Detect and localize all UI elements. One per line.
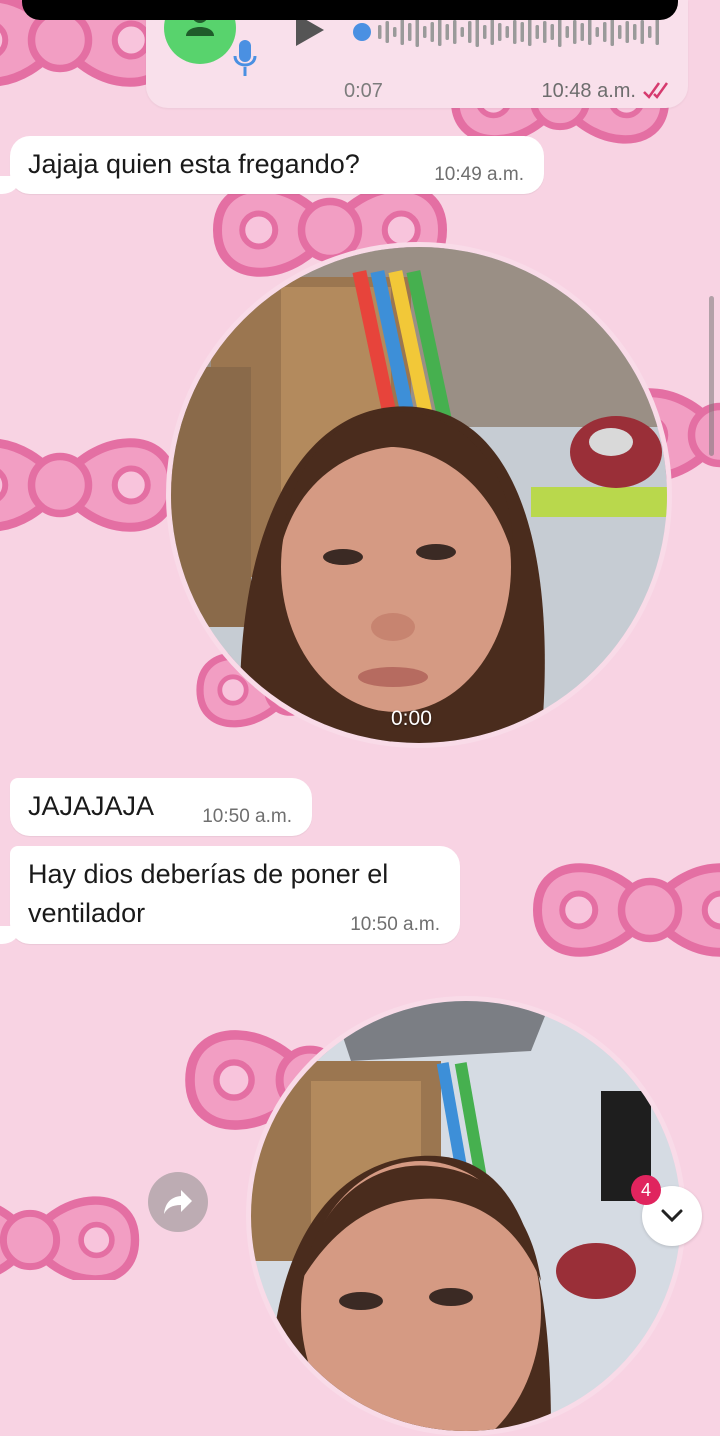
message-time: 10:50 a.m. (202, 806, 292, 827)
message-text-line: ventilador (28, 898, 146, 928)
forward-arrow-icon (164, 1190, 192, 1214)
message-time: 10:49 a.m. (434, 164, 524, 185)
video-frame (251, 1001, 681, 1431)
video-duration: 0:00 (391, 707, 432, 730)
video-note[interactable]: 0:00 (166, 242, 672, 748)
incoming-message[interactable]: Jajaja quien esta fregando? 10:49 a.m. (0, 136, 544, 194)
video-note[interactable] (246, 996, 686, 1436)
video-frame (171, 247, 667, 743)
unread-count-badge: 4 (631, 1175, 661, 1205)
status-bar (22, 0, 678, 20)
message-text: Jajaja quien esta fregando? (28, 149, 360, 179)
scrollbar[interactable] (709, 296, 714, 456)
message-text: JAJAJAJA (28, 791, 155, 821)
microphone-icon (233, 40, 257, 76)
message-text-line: Hay dios deberías de poner el (28, 859, 389, 889)
message-time: 10:50 a.m. (350, 914, 440, 935)
message-time: 10:48 a.m. (541, 80, 636, 102)
incoming-message[interactable]: Hay dios deberías de poner el ventilador… (0, 846, 460, 944)
forward-button[interactable] (148, 1172, 208, 1232)
incoming-message[interactable]: JAJAJAJA 10:50 a.m. (10, 778, 312, 836)
double-check-icon (643, 82, 669, 99)
voice-duration: 0:07 (344, 80, 383, 102)
chevron-down-icon (661, 1209, 683, 1223)
